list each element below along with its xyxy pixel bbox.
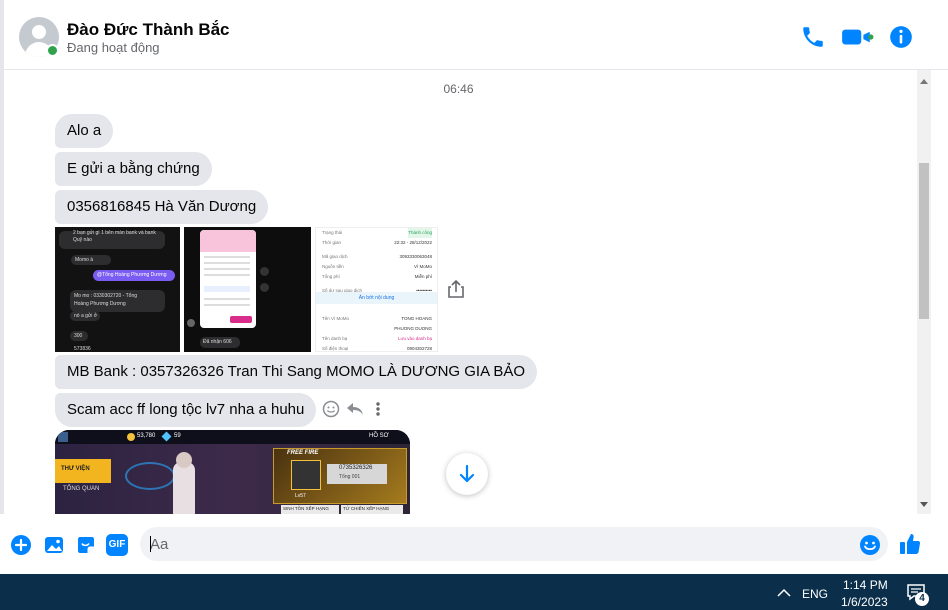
- contact-name[interactable]: Đào Đức Thành Bắc: [67, 20, 230, 40]
- video-camera-icon[interactable]: [840, 24, 874, 50]
- more-options-icon[interactable]: [374, 401, 382, 417]
- plus-circle-icon[interactable]: [10, 534, 32, 556]
- scroll-up-arrow-icon[interactable]: [920, 79, 928, 84]
- coin-icon: [127, 433, 135, 441]
- game-logo: FREE FIRE: [287, 450, 319, 456]
- coin-count: 53,780: [137, 433, 156, 439]
- chat-line: Quỹ nào: [73, 237, 92, 243]
- arrow-down-icon: [459, 464, 475, 483]
- detail-row: Tổng phí Miễn phí: [322, 274, 432, 279]
- chat-line: 2 bạn gửi gì 1 bên màn bank và bank: [73, 230, 156, 236]
- text-caret: [150, 536, 151, 552]
- image-attachment-transaction-details[interactable]: Trạng thái Thành công Thời gian 22:32 - 28…: [315, 227, 438, 352]
- windows-taskbar: ENG 1:14 PM 1/6/2023 4: [0, 574, 948, 610]
- game-tab-library: THƯ VIỆN: [61, 466, 90, 472]
- contact-status: Đang hoạt động: [67, 40, 160, 55]
- chat-line: Momo à: [75, 257, 94, 263]
- game-tab-overview: TỔNG QUAN: [63, 486, 100, 492]
- input-language[interactable]: ENG: [802, 587, 828, 601]
- sticker-icon[interactable]: [75, 534, 97, 556]
- chat-line: 300: [74, 333, 83, 339]
- chat-line: @Tổng Hoàng Phương Dương: [97, 272, 167, 278]
- message-input-box[interactable]: [140, 527, 888, 561]
- message-input[interactable]: [150, 531, 850, 557]
- chat-line: nó a gửi ở: [74, 313, 98, 319]
- chat-line: Mo mo : 0330302720 - Tổng: [74, 293, 138, 299]
- image-attachment-chat-screenshot[interactable]: 2 bạn gửi gì 1 bên màn bank và bank Quỹ …: [55, 227, 180, 352]
- scroll-to-bottom-button[interactable]: [446, 453, 488, 495]
- phone-icon[interactable]: [800, 24, 826, 50]
- clock-time[interactable]: 1:14 PM: [843, 578, 888, 592]
- image-attachment-game-screenshot[interactable]: 53,780 59 HỒ SƠ THƯ VIỆN TỔNG QUAN FREE …: [55, 430, 410, 514]
- message-bubble[interactable]: Alo a: [55, 114, 114, 148]
- detail-row: Tên Ví MoMo TONG HOANG PHUONG DUONG: [322, 316, 432, 331]
- detail-row: Nguồn tiền Ví MoMo: [322, 264, 432, 269]
- chat-line: 573836: [74, 346, 91, 352]
- message-composer: GIF: [0, 514, 948, 574]
- profile-label: HỒ SƠ: [369, 433, 389, 439]
- detail-row: Số điện thoại 0904302728: [322, 346, 432, 351]
- clock-date[interactable]: 1/6/2023: [841, 595, 888, 609]
- message-list-scrollbar[interactable]: [917, 70, 931, 514]
- reply-icon[interactable]: [346, 401, 364, 417]
- player-id: 0735326326: [339, 465, 373, 471]
- scroll-down-arrow-icon[interactable]: [920, 502, 928, 507]
- message-timestamp: 06:46: [443, 82, 474, 96]
- player-tag: Tổng 001: [339, 474, 361, 480]
- share-icon[interactable]: [447, 279, 465, 299]
- collapse-details-button: Ẩn bớt nội dung: [316, 292, 437, 304]
- messenger-window: Đào Đức Thành Bắc Đang hoạt động 06:46 A…: [0, 0, 948, 574]
- scrollbar-thumb[interactable]: [919, 163, 929, 319]
- chat-line: Hoàng Phương Dương: [74, 301, 126, 307]
- detail-row: Thời gian 22:32 - 28/12/2022: [322, 240, 432, 245]
- notification-badge: 4: [915, 592, 929, 606]
- chevron-up-icon[interactable]: [777, 588, 791, 598]
- message-bubble[interactable]: MB Bank : 0357326326 Tran Thi Sang MOMO …: [55, 355, 538, 389]
- ranked-battle-button: SINH TỒN XẾP HẠNG: [283, 506, 329, 511]
- detail-row: Trạng thái Thành công: [322, 228, 432, 238]
- thumbs-up-icon[interactable]: [898, 532, 922, 556]
- react-emoji-icon[interactable]: [322, 400, 340, 418]
- online-status-dot: [46, 44, 59, 57]
- detail-row: Tên danh bạ Lưu vào danh bạ: [322, 336, 432, 341]
- chat-line: Đã nhận 606: [203, 339, 232, 345]
- player-level: Lv57: [295, 493, 306, 499]
- gif-icon[interactable]: GIF: [106, 534, 128, 556]
- chat-header: Đào Đức Thành Bắc Đang hoạt động: [4, 0, 948, 70]
- message-bubble[interactable]: 0356816845 Hà Văn Dương: [55, 190, 269, 224]
- avatar-head-shape: [32, 25, 46, 39]
- info-icon[interactable]: [888, 24, 914, 50]
- detail-row: Mã giao dịch 3093330063048: [322, 254, 432, 259]
- image-icon[interactable]: [43, 534, 65, 556]
- message-bubble[interactable]: E gửi a bằng chứng: [55, 152, 212, 186]
- ranked-cs-button: TỬ CHIẾN XẾP HẠNG: [343, 506, 390, 511]
- diamond-count: 59: [174, 433, 181, 439]
- message-bubble[interactable]: Scam acc ff long tộc lv7 nha a huhu: [55, 393, 317, 427]
- image-attachment-receipt-screenshot[interactable]: Đã nhận 606: [184, 227, 311, 352]
- emoji-icon[interactable]: [859, 534, 881, 556]
